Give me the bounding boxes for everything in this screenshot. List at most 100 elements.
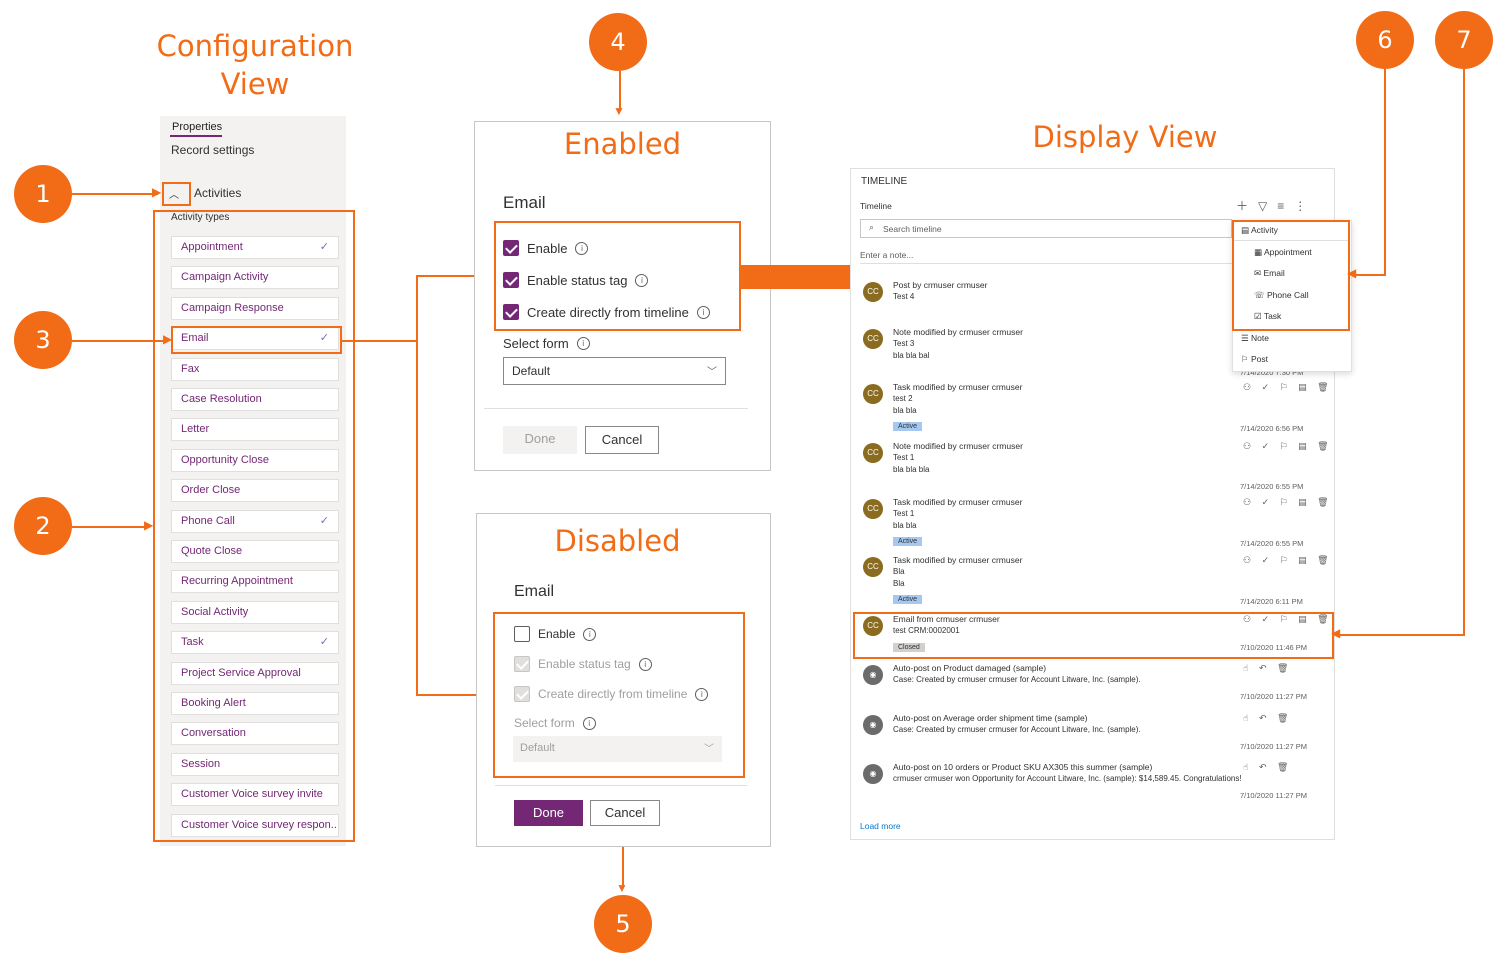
disabled-cancel-button[interactable]: Cancel xyxy=(590,800,660,826)
entry-title[interactable]: Task modified by crmuser crmuser xyxy=(893,497,1022,507)
search-placeholder: Search timeline xyxy=(883,224,942,234)
entry-title[interactable]: Note modified by crmuser crmuser xyxy=(893,327,1023,337)
callout-box-1 xyxy=(162,182,191,206)
post-icon: ⚐ xyxy=(1241,354,1251,364)
sort-icon[interactable]: ≡ xyxy=(1277,199,1294,213)
entry-actions[interactable]: ⚇ ✓ ⚐ ▤ 🗑 xyxy=(1243,382,1333,393)
entry-actions[interactable]: ⚇ ✓ ⚐ ▤ 🗑 xyxy=(1243,497,1333,508)
arrow-4-head: ▼ xyxy=(613,104,625,118)
search-icon: ⌕ xyxy=(869,222,874,233)
note-icon: ☰ xyxy=(1241,333,1251,343)
avatar: CC xyxy=(863,329,883,349)
connector-h xyxy=(342,340,417,342)
arrow-2-head: ▶ xyxy=(144,518,153,532)
entry-line1: crmuser crmuser won Opportunity for Acco… xyxy=(893,774,1242,783)
entry-actions[interactable]: ☝ ↶ 🗑 xyxy=(1243,713,1292,724)
entry-actions[interactable]: ⚇ ✓ ⚐ ▤ 🗑 xyxy=(1243,441,1333,452)
disabled-heading: Email xyxy=(514,583,554,601)
avatar: ◉ xyxy=(863,665,883,685)
menu-label: Post xyxy=(1251,354,1268,364)
menu-item-post[interactable]: ⚐ Post xyxy=(1241,354,1268,365)
enabled-cancel-button[interactable]: Cancel xyxy=(585,426,659,454)
load-more-link[interactable]: Load more xyxy=(860,821,901,831)
callout-6: 6 xyxy=(1356,11,1414,69)
enabled-options-box xyxy=(494,221,741,331)
entry-title[interactable]: Auto-post on 10 orders or Product SKU AX… xyxy=(893,762,1152,772)
entry-title[interactable]: Note modified by crmuser crmuser xyxy=(893,441,1023,451)
arrow-1 xyxy=(72,193,158,195)
entry-actions[interactable]: ⚇ ✓ ⚐ ▤ 🗑 xyxy=(1243,555,1333,566)
arrow-5-head: ▼ xyxy=(616,881,628,895)
entry-line1: Test 4 xyxy=(893,292,914,301)
callout-box-3 xyxy=(171,326,342,354)
entry-date: 7/10/2020 11:27 PM xyxy=(1240,692,1307,701)
entry-date: 7/10/2020 11:27 PM xyxy=(1240,742,1307,751)
entry-line1: Test 1 xyxy=(893,509,914,518)
avatar: ◉ xyxy=(863,715,883,735)
note-input[interactable]: Enter a note... xyxy=(860,250,913,260)
entry-line2: bla bla bla xyxy=(893,465,929,474)
entry-actions[interactable]: ☝ ↶ 🗑 xyxy=(1243,762,1292,773)
entry-date: 7/14/2020 6:55 PM xyxy=(1240,482,1303,491)
entry-date: 7/14/2020 6:56 PM xyxy=(1240,424,1303,433)
callout-box-7 xyxy=(853,612,1334,659)
entry-title[interactable]: Auto-post on Product damaged (sample) xyxy=(893,663,1046,673)
add-icon[interactable]: ＋ xyxy=(1236,199,1258,213)
callout-7: 7 xyxy=(1435,11,1493,69)
menu-item-note[interactable]: ☰ Note xyxy=(1241,333,1269,344)
config-view-title: Configuration View xyxy=(150,27,360,103)
callout-3: 3 xyxy=(14,311,72,369)
arrow-6-h xyxy=(1356,274,1386,276)
chevron-down-icon: ﹀ xyxy=(707,363,717,378)
select-form-label: Select form xyxy=(503,336,569,351)
enabled-done-button[interactable]: Done xyxy=(503,426,577,454)
entry-line1: Case: Created by crmuser crmuser for Acc… xyxy=(893,675,1141,684)
entry-title[interactable]: Task modified by crmuser crmuser xyxy=(893,555,1022,565)
enabled-select-form-label-row: Select form i xyxy=(503,336,590,351)
arrow-6-head: ◀ xyxy=(1347,266,1356,280)
entry-line1: Test 3 xyxy=(893,339,914,348)
divider xyxy=(860,263,1232,264)
arrow-6-v xyxy=(1384,69,1386,276)
avatar: CC xyxy=(863,384,883,404)
info-icon[interactable]: i xyxy=(577,337,590,350)
tab-properties[interactable]: Properties xyxy=(172,121,222,133)
avatar: CC xyxy=(863,443,883,463)
entry-date: 7/10/2020 11:27 PM xyxy=(1240,791,1307,800)
status-badge: Active xyxy=(893,422,922,431)
enabled-select-form[interactable]: Default ﹀ xyxy=(503,357,726,385)
connector-v xyxy=(416,275,418,696)
status-badge: Active xyxy=(893,537,922,546)
avatar: CC xyxy=(863,499,883,519)
entry-date: 7/14/2020 6:55 PM xyxy=(1240,539,1303,548)
callout-box-2 xyxy=(153,210,355,842)
entry-line2: bla bla xyxy=(893,406,917,415)
avatar: CC xyxy=(863,282,883,302)
more-icon[interactable]: ⋮ xyxy=(1294,199,1316,213)
entry-title[interactable]: Post by crmuser crmuser xyxy=(893,280,987,290)
search-timeline-input[interactable]: ⌕ Search timeline xyxy=(860,219,1232,238)
arrow-3 xyxy=(72,340,167,342)
arrow-7-v xyxy=(1463,69,1465,636)
arrow-1-head: ▶ xyxy=(152,185,161,199)
disabled-options-box xyxy=(493,612,745,778)
config-title-line2: View xyxy=(150,65,360,103)
entry-title[interactable]: Task modified by crmuser crmuser xyxy=(893,382,1022,392)
entry-line1: Case: Created by crmuser crmuser for Acc… xyxy=(893,725,1141,734)
entry-actions[interactable]: ☝ ↶ 🗑 xyxy=(1243,663,1292,674)
entry-line1: test 2 xyxy=(893,394,913,403)
timeline-label: Timeline xyxy=(860,201,892,211)
filter-icon[interactable]: ▽ xyxy=(1258,199,1277,213)
activities-section-label: Activities xyxy=(194,186,241,200)
callout-1: 1 xyxy=(14,165,72,223)
entry-line2: bla bla bal xyxy=(893,351,929,360)
arrow-2 xyxy=(72,526,148,528)
divider xyxy=(484,408,748,409)
timeline-toolbar: ＋▽≡⋮ xyxy=(1236,197,1316,214)
arrow-7-h xyxy=(1340,634,1465,636)
disabled-done-button[interactable]: Done xyxy=(514,800,583,826)
config-title-line1: Configuration xyxy=(150,27,360,65)
status-badge: Active xyxy=(893,595,922,604)
record-settings[interactable]: Record settings xyxy=(171,143,254,157)
entry-title[interactable]: Auto-post on Average order shipment time… xyxy=(893,713,1088,723)
